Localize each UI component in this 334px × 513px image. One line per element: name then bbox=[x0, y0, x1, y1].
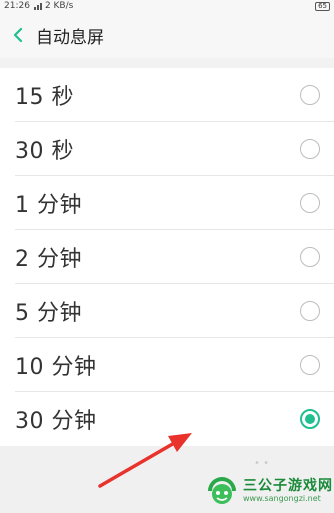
option-label: 5 分钟 bbox=[15, 301, 82, 326]
network-speed: 2 KB/s bbox=[44, 1, 74, 11]
radio-button[interactable] bbox=[300, 85, 320, 105]
option-15-seconds[interactable]: 15 秒 bbox=[0, 68, 334, 122]
dots-icon: • • bbox=[254, 458, 269, 469]
battery-icon: 65 bbox=[315, 1, 330, 11]
option-30-seconds[interactable]: 30 秒 bbox=[0, 122, 334, 176]
radio-button[interactable] bbox=[300, 355, 320, 375]
back-button[interactable] bbox=[0, 12, 36, 58]
option-label: 30 秒 bbox=[15, 139, 74, 164]
app-toolbar: 自动息屏 bbox=[0, 12, 334, 58]
option-label: 10 分钟 bbox=[15, 355, 97, 380]
option-10-minutes[interactable]: 10 分钟 bbox=[0, 338, 334, 392]
radio-button-selected[interactable] bbox=[300, 409, 320, 429]
option-1-minute[interactable]: 1 分钟 bbox=[0, 176, 334, 230]
radio-button[interactable] bbox=[300, 139, 320, 159]
watermark-logo-icon bbox=[208, 477, 236, 504]
watermark: 三公子游戏网 www.sangongzi.net bbox=[205, 472, 334, 510]
option-5-minutes[interactable]: 5 分钟 bbox=[0, 284, 334, 338]
watermark-title: 三公子游戏网 bbox=[243, 478, 333, 494]
watermark-url: www.sangongzi.net bbox=[243, 494, 321, 503]
option-30-minutes[interactable]: 30 分钟 bbox=[0, 392, 334, 446]
timeout-options-list: 15 秒 30 秒 1 分钟 2 分钟 5 分钟 10 分钟 30 分钟 bbox=[0, 68, 334, 446]
radio-button[interactable] bbox=[300, 247, 320, 267]
option-2-minutes[interactable]: 2 分钟 bbox=[0, 230, 334, 284]
signal-icon bbox=[33, 2, 42, 10]
radio-button[interactable] bbox=[300, 193, 320, 213]
chevron-left-icon bbox=[13, 27, 23, 43]
option-label: 15 秒 bbox=[15, 85, 74, 110]
radio-button[interactable] bbox=[300, 301, 320, 321]
option-label: 30 分钟 bbox=[15, 409, 97, 434]
option-label: 1 分钟 bbox=[15, 193, 82, 218]
page-title: 自动息屏 bbox=[36, 27, 104, 48]
option-label: 2 分钟 bbox=[15, 247, 82, 272]
status-bar: 21:26 2 KB/s 65 bbox=[0, 0, 334, 12]
status-time: 21:26 bbox=[4, 1, 30, 11]
